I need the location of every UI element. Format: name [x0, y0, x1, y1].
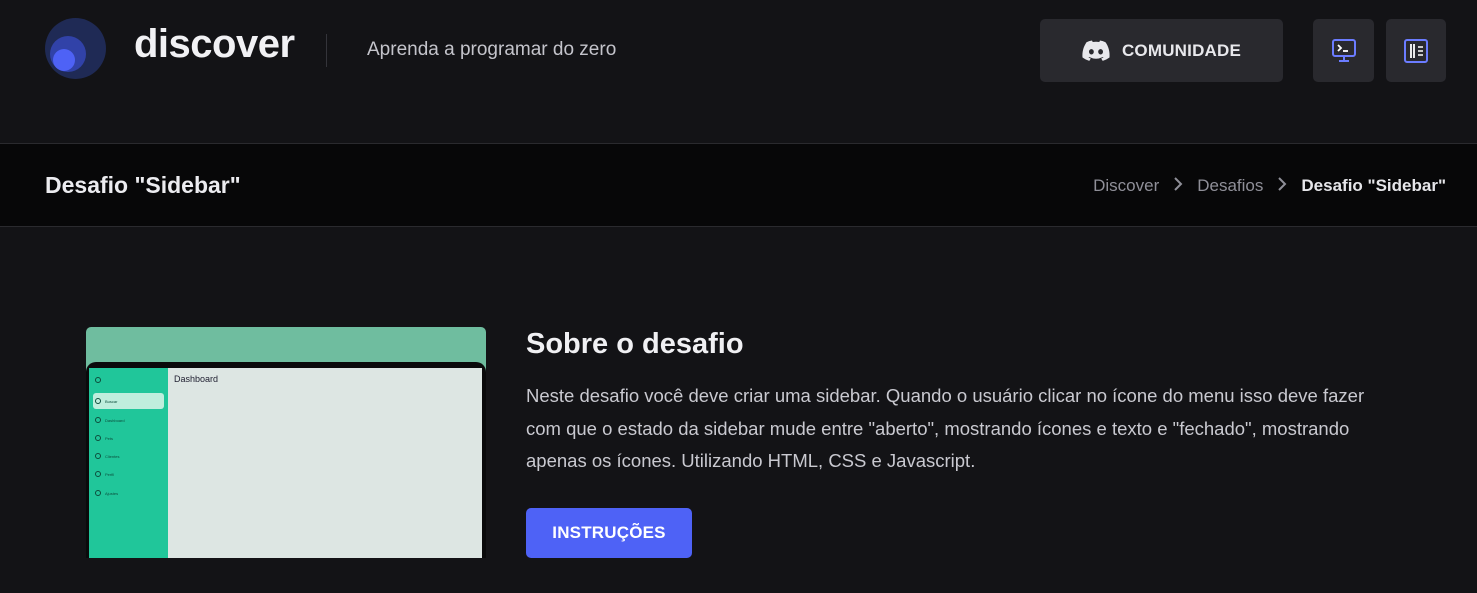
preview-dashboard-label: Dashboard	[174, 374, 219, 384]
preview-sidebar-item: Dashboard	[95, 414, 125, 426]
preview-sidebar: Buscar Dashboard Pets Clientes Perfil Aj…	[89, 368, 168, 558]
terminal-button[interactable]	[1313, 19, 1374, 82]
page-title: Desafio "Sidebar"	[45, 172, 241, 198]
about-title: Sobre o desafio	[526, 328, 744, 360]
preview-sidebar-header	[95, 374, 101, 386]
discord-icon	[1082, 40, 1110, 61]
chevron-right-icon	[1173, 176, 1183, 196]
breadcrumb-discover[interactable]: Discover	[1093, 176, 1159, 196]
logo-icon[interactable]	[45, 18, 106, 79]
instructions-label: INSTRUÇÕES	[552, 523, 666, 542]
preview-sidebar-item: Ajustes	[95, 487, 118, 499]
preview-sidebar-item: Buscar	[95, 395, 117, 407]
catalog-button[interactable]	[1386, 19, 1446, 82]
catalog-book-icon	[1404, 38, 1428, 63]
community-button[interactable]: COMUNIDADE	[1040, 19, 1283, 82]
chevron-right-icon	[1277, 176, 1287, 196]
community-label: COMUNIDADE	[1121, 40, 1242, 60]
breadcrumb-desafios[interactable]: Desafios	[1197, 176, 1263, 196]
preview-frame: Buscar Dashboard Pets Clientes Perfil Aj…	[86, 362, 486, 558]
page-titlebar: Desafio "Sidebar" Discover Desafios Desa…	[0, 143, 1477, 227]
terminal-monitor-icon	[1331, 38, 1356, 62]
tagline: Aprenda a programar do zero	[367, 39, 617, 60]
preview-sidebar-item: Pets	[95, 432, 113, 444]
preview-sidebar-item: Perfil	[95, 468, 114, 480]
breadcrumb-current: Desafio "Sidebar"	[1301, 176, 1446, 195]
challenge-preview-image: Buscar Dashboard Pets Clientes Perfil Aj…	[86, 327, 486, 558]
preview-sidebar-item: Clientes	[95, 450, 119, 462]
about-description: Neste desafio você deve criar uma sideba…	[526, 385, 1365, 471]
breadcrumb: Discover Desafios Desafio "Sidebar"	[1093, 176, 1446, 196]
preview-main: Dashboard	[168, 368, 482, 558]
divider	[326, 34, 327, 67]
instructions-button[interactable]: INSTRUÇÕES	[526, 508, 692, 558]
site-header: discover Aprenda a programar do zero COM…	[0, 0, 1477, 143]
brand-name[interactable]: discover	[134, 22, 295, 67]
